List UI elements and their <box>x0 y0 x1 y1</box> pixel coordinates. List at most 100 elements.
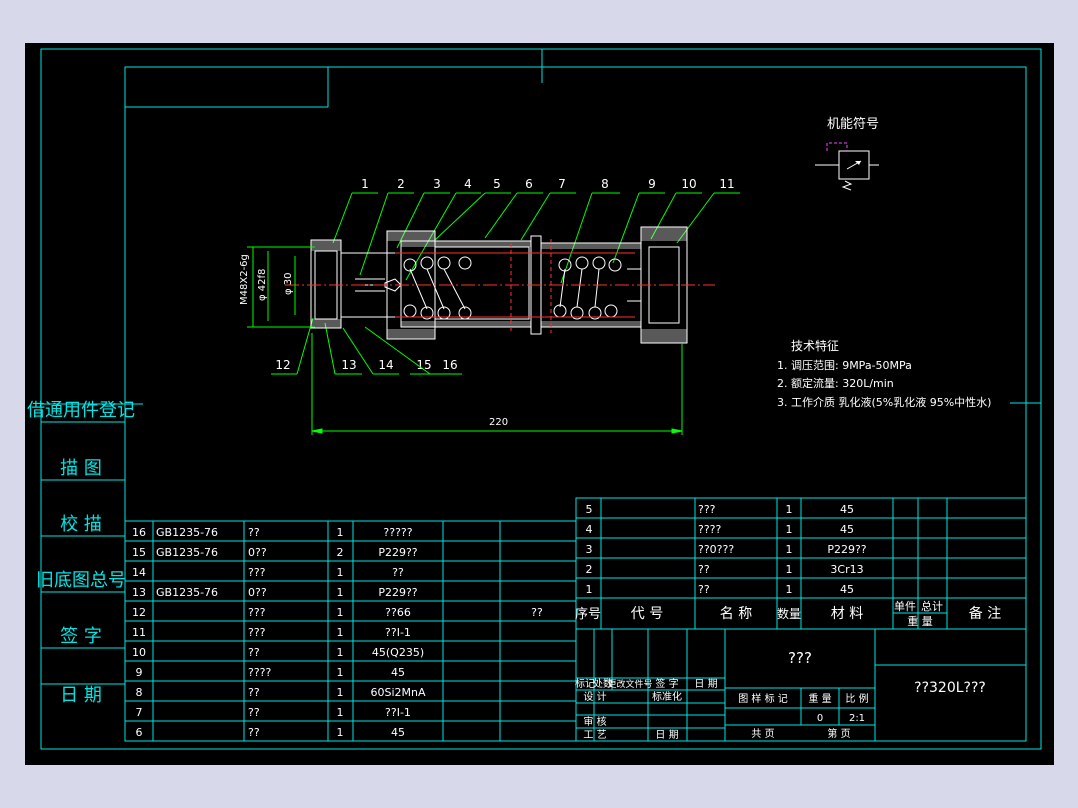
bom-left-no-cell: 14 <box>132 566 146 579</box>
bom-left-material-cell: ?? <box>392 566 404 579</box>
bom-left-material-cell: 45 <box>391 726 405 739</box>
bom-left-no-cell: 10 <box>132 646 146 659</box>
bom-right-name-cell: ??? <box>698 503 716 516</box>
bom-right-qty-cell: 1 <box>786 543 793 556</box>
bom-right-name-cell: ???? <box>698 523 722 536</box>
symbol-title: 机能符号 <box>827 116 879 132</box>
bom-left-qty-cell: 1 <box>337 686 344 699</box>
side-label-3: 旧底图总号 <box>36 570 126 591</box>
bom-left-material-cell: ??66 <box>385 606 411 619</box>
drawing-name: ??320L??? <box>914 680 986 696</box>
bom-left-no-cell: 6 <box>136 726 143 739</box>
bom-left-qty-cell: 1 <box>337 666 344 679</box>
tech-line-2: 2. 额定流量: 320L/min <box>777 376 894 390</box>
dim-length: 220 <box>489 417 508 428</box>
part-label-14: 14 <box>378 358 393 372</box>
rev-sign: 签 字 <box>655 677 678 690</box>
part-label-13: 13 <box>341 358 356 372</box>
part-label-5: 5 <box>493 177 501 191</box>
bom-left-name-cell: ??? <box>248 566 266 579</box>
bom-right-text: 5??? 1 45 4???? 1 45 3 ??0??? 1 P229?? 2?? 1 3Cr13 1?… <box>586 503 867 596</box>
valve-symbol <box>815 142 879 191</box>
bom-left-name-cell: ???? <box>248 666 272 679</box>
bom-header-code: 代 号 <box>631 606 663 622</box>
bom-left-material-cell: 45 <box>391 666 405 679</box>
tech-title: 技术特征 <box>791 338 839 353</box>
bom-right-no-cell: 4 <box>586 523 593 536</box>
bom-left-name-cell: ?? <box>248 726 260 739</box>
bom-right-material-cell: 45 <box>840 503 854 516</box>
bom-header-no: 序号 <box>575 607 601 622</box>
bom-right-no-cell: 1 <box>586 583 593 596</box>
bom-header-weight: 重 量 <box>907 614 933 628</box>
bom-left-name-cell: 0?? <box>248 546 267 559</box>
bom-left-qty-cell: 1 <box>337 586 344 599</box>
bom-left-no-cell: 7 <box>136 706 143 719</box>
bom-left-text: 16 GB1235-76?? 1 ?????15 GB1235-76 0?? 2 P229??… <box>132 526 543 739</box>
rev-doc: 更改文件号 <box>607 678 652 690</box>
bom-left-material-cell: 60Si2MnA <box>370 686 425 699</box>
part-label-8: 8 <box>601 177 609 191</box>
dim-thread: M48X2-6g <box>239 254 250 305</box>
side-label-5: 日 期 <box>60 685 102 706</box>
bom-left-no-cell: 8 <box>136 686 143 699</box>
bom-left-code-cell: GB1235-76 <box>156 586 218 599</box>
bom-left-no-cell: 15 <box>132 546 146 559</box>
bom-left-qty-cell: 1 <box>337 626 344 639</box>
weight-value: 0 <box>817 713 823 724</box>
part-label-11: 11 <box>719 177 734 191</box>
bom-right-no-cell: 2 <box>586 563 593 576</box>
dimension-labels: M48X2-6g φ 42f8 φ 30 220 <box>239 254 508 428</box>
part-label-9: 9 <box>648 177 656 191</box>
weight-label: 重 量 <box>808 692 831 705</box>
bom-right-material-cell: 3Cr13 <box>830 563 863 576</box>
side-table-labels: 借通用件登记 描 图 校 描 旧底图总号 签 字 日 期 <box>27 400 135 706</box>
rev-mark: 标记 <box>575 678 595 690</box>
bom-right-no-cell: 5 <box>586 503 593 516</box>
drawing-canvas: 借通用件登记 描 图 校 描 旧底图总号 签 字 日 期 机能符号 1 2 3 … <box>27 48 1042 750</box>
bom-right-material-cell: P229?? <box>827 543 866 556</box>
dim-dia-small: φ 30 <box>283 273 294 296</box>
bom-right-qty-cell: 1 <box>786 563 793 576</box>
tech-notes: 技术特征 1. 调压范围: 9MPa-50MPa 2. 额定流量: 320L/m… <box>777 338 991 409</box>
bom-left-no-cell: 13 <box>132 586 146 599</box>
bom-left-name-cell: ??? <box>248 606 266 619</box>
part-label-12: 12 <box>275 358 290 372</box>
bom-left-qty-cell: 1 <box>337 526 344 539</box>
bom-left-code-cell: GB1235-76 <box>156 526 218 539</box>
scale-label: 比 例 <box>845 692 868 705</box>
part-label-1: 1 <box>361 177 369 191</box>
bom-left-qty-cell: 1 <box>337 566 344 579</box>
check-label: 审 核 <box>583 715 606 728</box>
dimension-lines <box>247 246 683 435</box>
bom-left-code-cell: GB1235-76 <box>156 546 218 559</box>
stage-label: 图 样 标 记 <box>738 692 788 705</box>
bom-left-material-cell: P229?? <box>378 546 417 559</box>
process-label: 工 艺 <box>583 729 606 741</box>
bom-left-qty-cell: 1 <box>337 726 344 739</box>
bom-left-no-cell: 16 <box>132 526 146 539</box>
bom-header-unit: 单件 <box>894 600 916 613</box>
bom-left-material-cell: P229?? <box>378 586 417 599</box>
bom-right-qty-cell: 1 <box>786 503 793 516</box>
bom-left-qty-cell: 1 <box>337 706 344 719</box>
side-label-1: 描 图 <box>60 458 102 479</box>
bom-left-name-cell: ??? <box>248 626 266 639</box>
bom-right-name-cell: ?? <box>698 583 710 596</box>
tech-line-1: 1. 调压范围: 9MPa-50MPa <box>777 358 912 372</box>
bom-left-qty-cell: 1 <box>337 606 344 619</box>
side-label-2: 校 描 <box>60 514 102 535</box>
bom-right-no-cell: 3 <box>586 543 593 556</box>
bom-left-name-cell: 0?? <box>248 586 267 599</box>
tech-line-3: 3. 工作介质 乳化液(5%乳化液 95%中性水) <box>777 395 991 409</box>
bom-left-name-cell: ?? <box>248 646 260 659</box>
bom-left-material-cell: ????? <box>383 526 412 539</box>
bom-header-note: 备 注 <box>969 605 1001 622</box>
rev-date: 日 期 <box>694 678 717 690</box>
bom-left-no-cell: 11 <box>132 626 146 639</box>
bom-left-material-cell: 45(Q235) <box>372 646 424 659</box>
dim-dia-big: φ 42f8 <box>257 269 268 301</box>
title-block-text: ??? ??320L??? 标记 处数 更改文件号 签 字 日 期 设 计 标准… <box>575 649 986 741</box>
bom-right-name-cell: ?? <box>698 563 710 576</box>
bom-left-no-cell: 9 <box>136 666 143 679</box>
